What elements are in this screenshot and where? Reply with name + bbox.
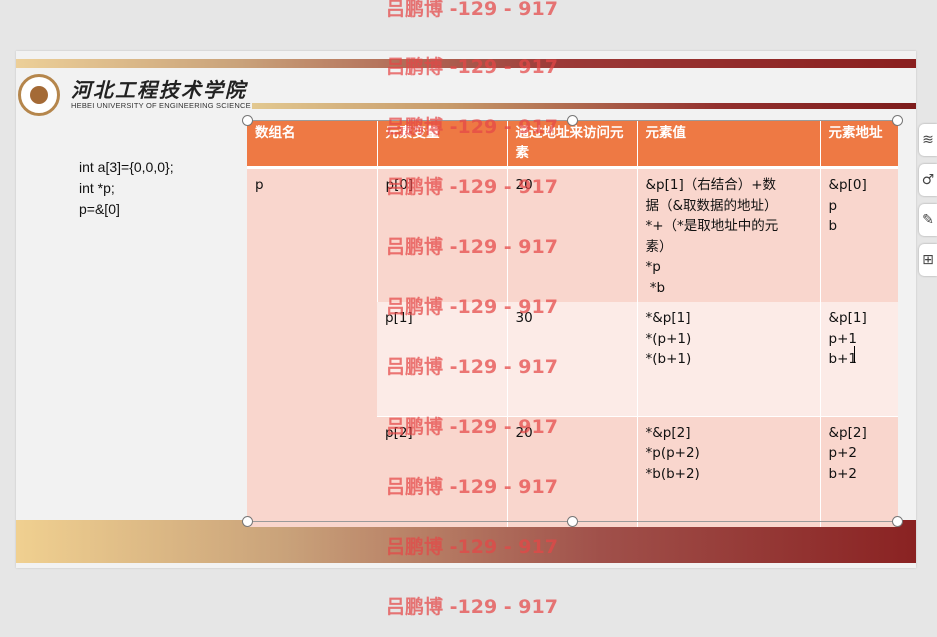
address-cell[interactable]: &p[0] p b: [819, 167, 898, 302]
address-line: p+1: [828, 330, 857, 347]
address-line: &p[0]: [828, 177, 867, 193]
value-line: 据（&取数据的地址）: [645, 197, 778, 214]
watermark-text: 吕鹏博 -129 - 917: [386, 176, 558, 198]
address-cell[interactable]: &p[2] p+2 b+2: [819, 415, 898, 527]
value-line: *b(b+2): [645, 465, 700, 482]
resize-handle-bottom-left[interactable]: [242, 516, 253, 527]
watermark-text: 吕鹏博 -129 - 917: [386, 476, 558, 498]
value-line: *(p+1): [645, 330, 692, 347]
text-cursor: [854, 346, 855, 363]
value-cell[interactable]: &p[1]（右结合）+数 据（&取数据的地址） *+（*是取地址中的元 素） *…: [636, 167, 820, 302]
header-decorative-line: [252, 103, 916, 109]
table-header-row: 数组名 元素变量 通过地址来访问元素 元素值 元素地址: [247, 120, 898, 169]
code-line: p=&[0]: [79, 201, 120, 217]
university-emblem-icon: [18, 74, 60, 116]
value-line: *b: [645, 279, 666, 296]
header-array-name[interactable]: 数组名: [247, 120, 377, 169]
resize-handle-top-left[interactable]: [242, 115, 253, 126]
address-cell[interactable]: &p[1] p+1 b+1: [819, 302, 898, 416]
watermark-text: 吕鹏博 -129 - 917: [386, 416, 558, 438]
resize-handle-top-center[interactable]: [567, 115, 578, 126]
address-line: &p[2]: [828, 424, 867, 441]
address-line: b+1: [828, 351, 857, 367]
university-name-english: HEBEI UNIVERSITY OF ENGINEERING SCIENCE: [71, 101, 251, 110]
pen-icon[interactable]: ✎: [919, 204, 937, 236]
value-line: *&p[1]: [645, 310, 691, 326]
table-row: p p[0] 20 &p[1]（右结合）+数 据（&取数据的地址） *+（*是取…: [247, 167, 898, 527]
address-line: b: [828, 218, 838, 234]
header-element-address[interactable]: 元素地址: [819, 120, 898, 169]
watermark-text: 吕鹏博 -129 - 917: [386, 536, 558, 558]
watermark-text: 吕鹏博 -129 - 917: [386, 236, 558, 258]
value-line: 素）: [645, 238, 673, 255]
address-line: &p[1]: [828, 310, 867, 326]
resize-handle-bottom-right[interactable]: [892, 516, 903, 527]
watermark-text: 吕鹏博 -129 - 917: [386, 0, 558, 20]
value-line: *+（*是取地址中的元: [645, 218, 779, 234]
watermark-text: 吕鹏博 -129 - 917: [386, 116, 558, 138]
university-name-chinese: 河北工程技术学院: [71, 78, 247, 102]
value-cell[interactable]: *&p[2] *p(p+2) *b(b+2): [636, 415, 820, 527]
watermark-text: 吕鹏博 -129 - 917: [386, 296, 558, 318]
side-toolbar: ≋ ♂ ✎ ⊞: [919, 124, 937, 284]
value-line: *p(p+2): [645, 445, 700, 461]
resize-handle-top-right[interactable]: [892, 115, 903, 126]
university-logo: 河北工程技术学院 HEBEI UNIVERSITY OF ENGINEERING…: [16, 71, 251, 121]
value-cell[interactable]: *&p[1] *(p+1) *(b+1): [636, 302, 820, 416]
array-name-cell[interactable]: p: [247, 167, 377, 527]
address-line: b+2: [828, 465, 857, 482]
watermark-text: 吕鹏博 -129 - 917: [386, 56, 558, 78]
value-line: *&p[2]: [645, 424, 691, 441]
code-textbox[interactable]: int a[3]={0,0,0}; int *p; p=&[0]: [79, 157, 174, 220]
code-line: int a[3]={0,0,0};: [79, 159, 174, 175]
brush-icon[interactable]: ♂: [919, 164, 937, 196]
array-table[interactable]: 数组名 元素变量 通过地址来访问元素 元素值 元素地址 p p[0] 20 &p…: [247, 120, 898, 527]
value-line: *p: [645, 259, 661, 275]
resize-handle-bottom-center[interactable]: [567, 516, 578, 527]
value-line: &p[1]（右结合）+数: [645, 177, 777, 193]
watermark-text: 吕鹏博 -129 - 917: [386, 596, 558, 618]
code-line: int *p;: [79, 180, 115, 196]
value-line: *(b+1): [645, 351, 692, 367]
header-element-value[interactable]: 元素值: [636, 120, 820, 169]
layout-icon[interactable]: ⊞: [919, 244, 937, 276]
watermark-text: 吕鹏博 -129 - 917: [386, 356, 558, 378]
layers-icon[interactable]: ≋: [919, 124, 937, 156]
address-line: p: [828, 197, 838, 214]
address-line: p+2: [828, 445, 857, 461]
